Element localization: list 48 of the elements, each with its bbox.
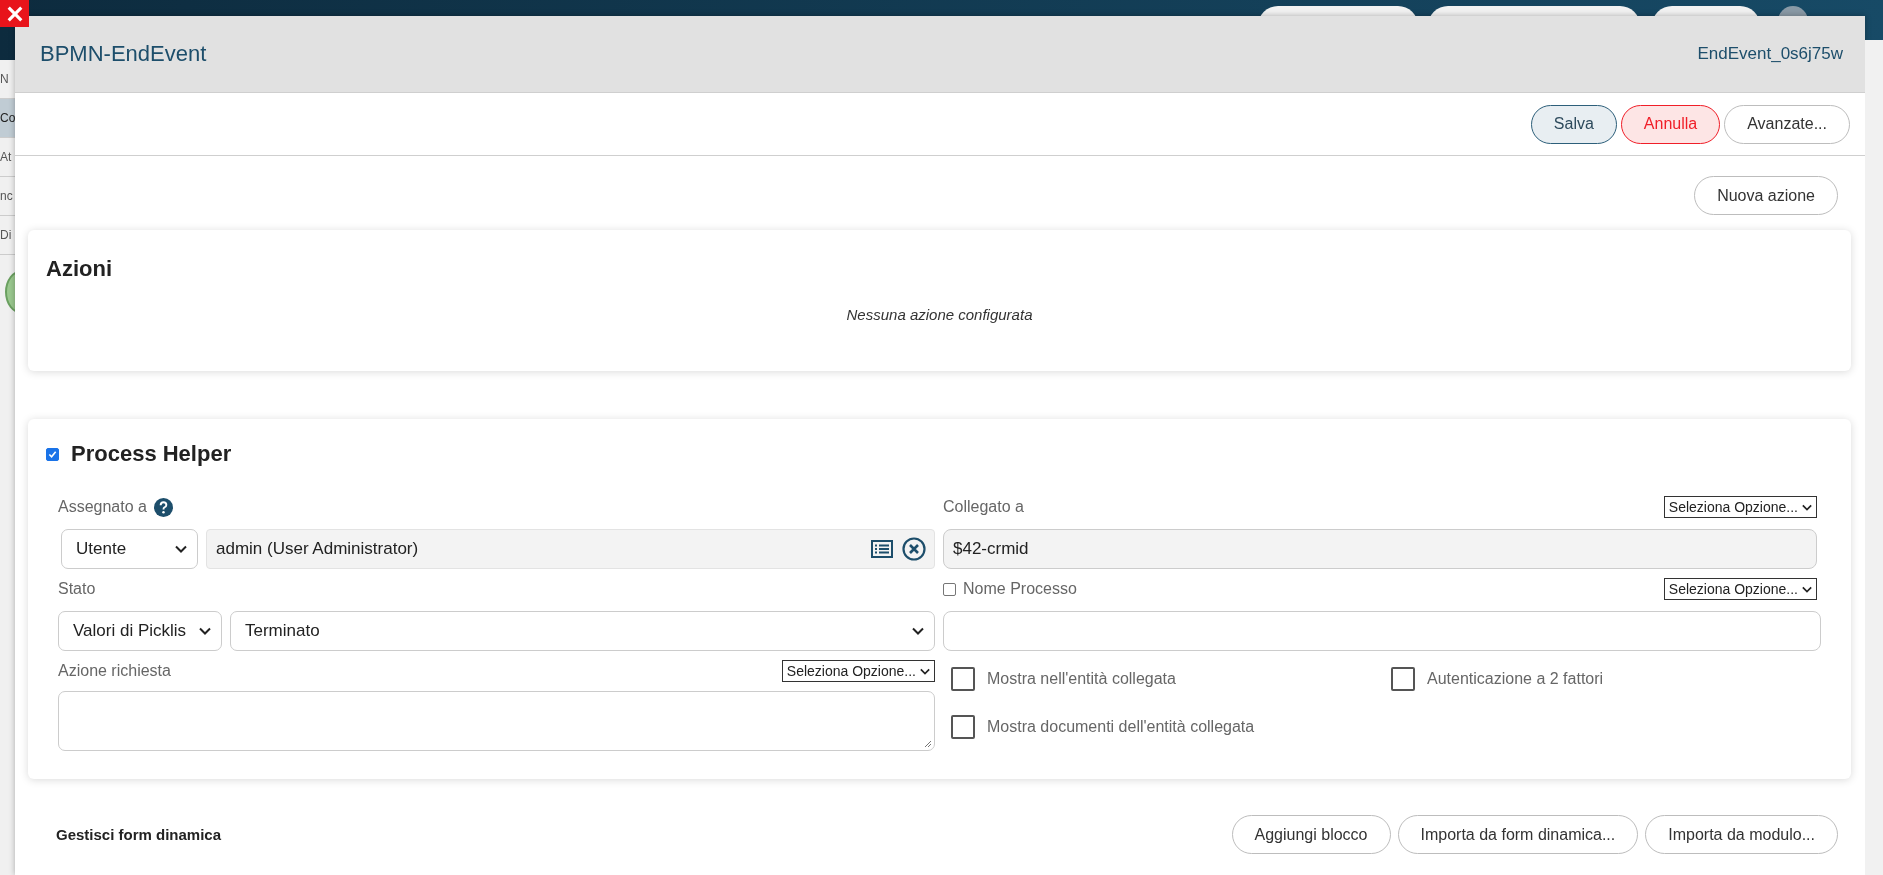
cancel-button[interactable]: Annulla (1620, 104, 1721, 144)
form-button[interactable]: Importa da form dinamica... (1397, 815, 1639, 854)
form-button[interactable]: Importa da modulo... (1645, 815, 1838, 854)
checkbox[interactable] (46, 447, 59, 461)
chevron-icon (912, 627, 924, 635)
section-title: Gestisci form dinamica (56, 826, 222, 843)
chevron-icon (920, 667, 930, 675)
chevron-icon (1802, 503, 1812, 511)
checkbox[interactable] (943, 582, 956, 596)
element-id: EndEvent_0s6j75w (1697, 44, 1843, 64)
help-icon[interactable] (153, 497, 173, 517)
user-field[interactable]: admin (User Administrator) (206, 529, 935, 569)
option-label: Mostra documenti dell'entità collegata (987, 718, 1255, 736)
option-select[interactable]: Seleziona Opzione... (781, 660, 935, 682)
status-select[interactable]: Terminato (230, 611, 935, 651)
checkbox[interactable] (951, 667, 975, 691)
side-label: Co (0, 99, 15, 138)
advanced-button[interactable]: Avanzate... (1724, 104, 1850, 144)
clear-icon[interactable] (902, 537, 926, 561)
scrollbar[interactable] (1865, 40, 1883, 875)
save-button[interactable]: Salva (1530, 104, 1617, 144)
field-label: Azione richiesta (58, 662, 171, 680)
input-field[interactable] (943, 611, 1821, 651)
list-icon[interactable] (871, 540, 893, 558)
option-select[interactable]: Seleziona Opzione... (1663, 578, 1817, 600)
field-label: Assegnato a (58, 498, 147, 516)
field-label: Nome Processo (963, 580, 1077, 598)
source-select[interactable]: Valori di Picklis (58, 611, 222, 651)
empty-message: Nessuna azione configurata (845, 306, 1034, 323)
card-title: Azioni (46, 256, 113, 282)
close-icon[interactable] (0, 0, 29, 27)
field-label: Collegato a (943, 498, 1024, 516)
checkbox[interactable] (951, 715, 975, 739)
dialog-title: BPMN-EndEvent (40, 41, 207, 67)
card-title: Process Helper (71, 441, 232, 467)
type-select[interactable]: Utente (61, 529, 198, 569)
chevron-icon (175, 545, 187, 553)
new-action-button[interactable]: Nuova azione (1694, 176, 1838, 215)
chevron-icon (1802, 585, 1812, 593)
option-label: Mostra nell'entità collegata (987, 670, 1176, 688)
linked-field[interactable]: $42-crmid (943, 529, 1817, 569)
chevron-icon (199, 627, 211, 635)
checkbox[interactable] (1391, 667, 1415, 691)
field-label: Stato (58, 580, 96, 598)
option-label: Autenticazione a 2 fattori (1427, 670, 1604, 688)
form-button[interactable]: Aggiungi blocco (1231, 815, 1391, 854)
resize-grip-icon[interactable] (924, 740, 932, 748)
option-select[interactable]: Seleziona Opzione... (1663, 496, 1817, 518)
